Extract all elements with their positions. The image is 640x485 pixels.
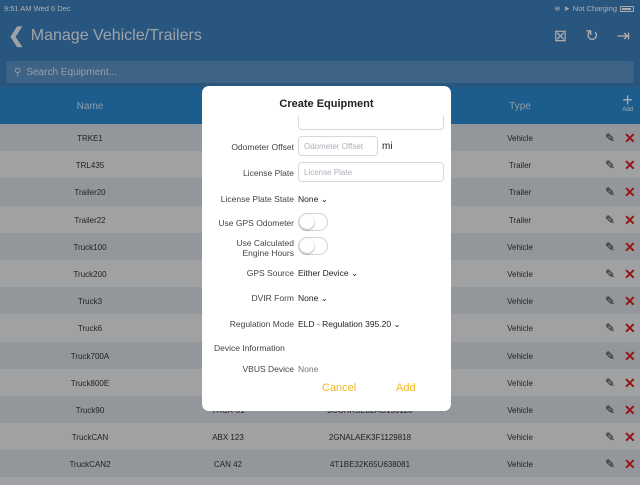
chevron-down-icon: ⌄ — [320, 194, 328, 204]
regulation-mode-select[interactable]: ELD - Regulation 395.20 ⌄ — [298, 319, 401, 330]
chevron-down-icon: ⌄ — [350, 268, 359, 278]
create-equipment-dialog: Create Equipment Odometer Offset Odomete… — [202, 86, 451, 411]
vbus-device-value: None — [298, 364, 319, 374]
odometer-offset-label: Odometer Offset — [231, 142, 294, 152]
dvir-form-select[interactable]: None ⌄ — [298, 293, 328, 304]
regulation-mode-value: ELD - Regulation 395.20 — [298, 319, 392, 329]
add-button[interactable]: Add — [396, 382, 416, 394]
chevron-down-icon: ⌄ — [393, 319, 401, 329]
vin-field[interactable] — [298, 116, 444, 130]
calculated-hours-label-line1: Use Calculated — [236, 238, 294, 248]
license-plate-state-value: None — [298, 194, 319, 204]
license-plate-state-select[interactable]: None ⌄ — [298, 194, 328, 205]
regulation-mode-label: Regulation Mode — [229, 319, 294, 329]
chevron-down-icon: ⌄ — [320, 293, 328, 303]
device-information-heading: Device Information — [214, 343, 285, 353]
gps-source-label: GPS Source — [246, 268, 294, 278]
gps-source-select[interactable]: Either Device ⌄ — [298, 268, 358, 279]
cancel-button[interactable]: Cancel — [322, 382, 356, 394]
dvir-form-value: None — [298, 293, 319, 303]
dvir-form-label: DVIR Form — [251, 293, 295, 303]
gps-source-value: Either Device — [298, 268, 349, 278]
vbus-device-label: VBUS Device — [242, 364, 295, 374]
license-plate-input[interactable]: License Plate — [298, 162, 444, 182]
dialog-title: Create Equipment — [279, 98, 374, 110]
gps-odometer-label: Use GPS Odometer — [218, 218, 294, 228]
odometer-unit: mi — [382, 141, 393, 152]
gps-odometer-toggle[interactable] — [298, 213, 328, 231]
calculated-hours-toggle[interactable] — [298, 237, 328, 255]
license-plate-label: License Plate — [242, 168, 294, 178]
odometer-offset-input[interactable]: Odometer Offset — [298, 136, 378, 156]
calculated-hours-label-line2: Engine Hours — [242, 248, 294, 258]
license-plate-state-label: License Plate State — [220, 194, 294, 204]
